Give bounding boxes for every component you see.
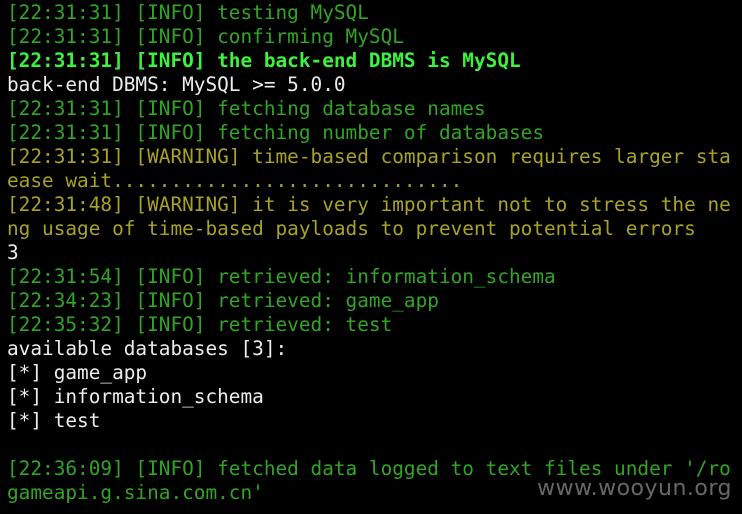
warning-line: ng usage of time-based payloads to preve… (7, 217, 696, 240)
terminal-window: [22:31:31] [INFO] testing MySQL [22:31:3… (0, 0, 742, 514)
log-line: [22:31:31] [INFO] fetching database name… (7, 97, 486, 120)
log-line: [22:31:31] [INFO] the back-end DBMS is M… (7, 49, 521, 72)
output-line: 3 (7, 241, 19, 264)
log-line: [22:34:23] [INFO] retrieved: game_app (7, 289, 439, 312)
output-line: available databases [3]: (7, 337, 288, 360)
warning-line: [22:31:31] [WARNING] time-based comparis… (7, 145, 731, 168)
database-list-item: [*] game_app (7, 361, 148, 384)
log-line: [22:31:31] [INFO] fetching number of dat… (7, 121, 545, 144)
log-line: [22:31:54] [INFO] retrieved: information… (7, 265, 556, 288)
log-line: gameapi.g.sina.com.cn' (7, 481, 264, 504)
warning-line: [22:31:48] [WARNING] it is very importan… (7, 193, 731, 216)
database-list-item: [*] information_schema (7, 385, 264, 408)
log-line: back-end DBMS: MySQL >= 5.0.0 (7, 73, 346, 96)
watermark: www.wooyun.org (537, 476, 732, 501)
database-list-item: [*] test (7, 409, 101, 432)
log-line: [22:31:31] [INFO] testing MySQL (7, 1, 369, 24)
log-line: [22:31:31] [INFO] confirming MySQL (7, 25, 404, 48)
log-line: [22:35:32] [INFO] retrieved: test (7, 313, 393, 336)
warning-line: ease wait.............................. (7, 169, 463, 192)
